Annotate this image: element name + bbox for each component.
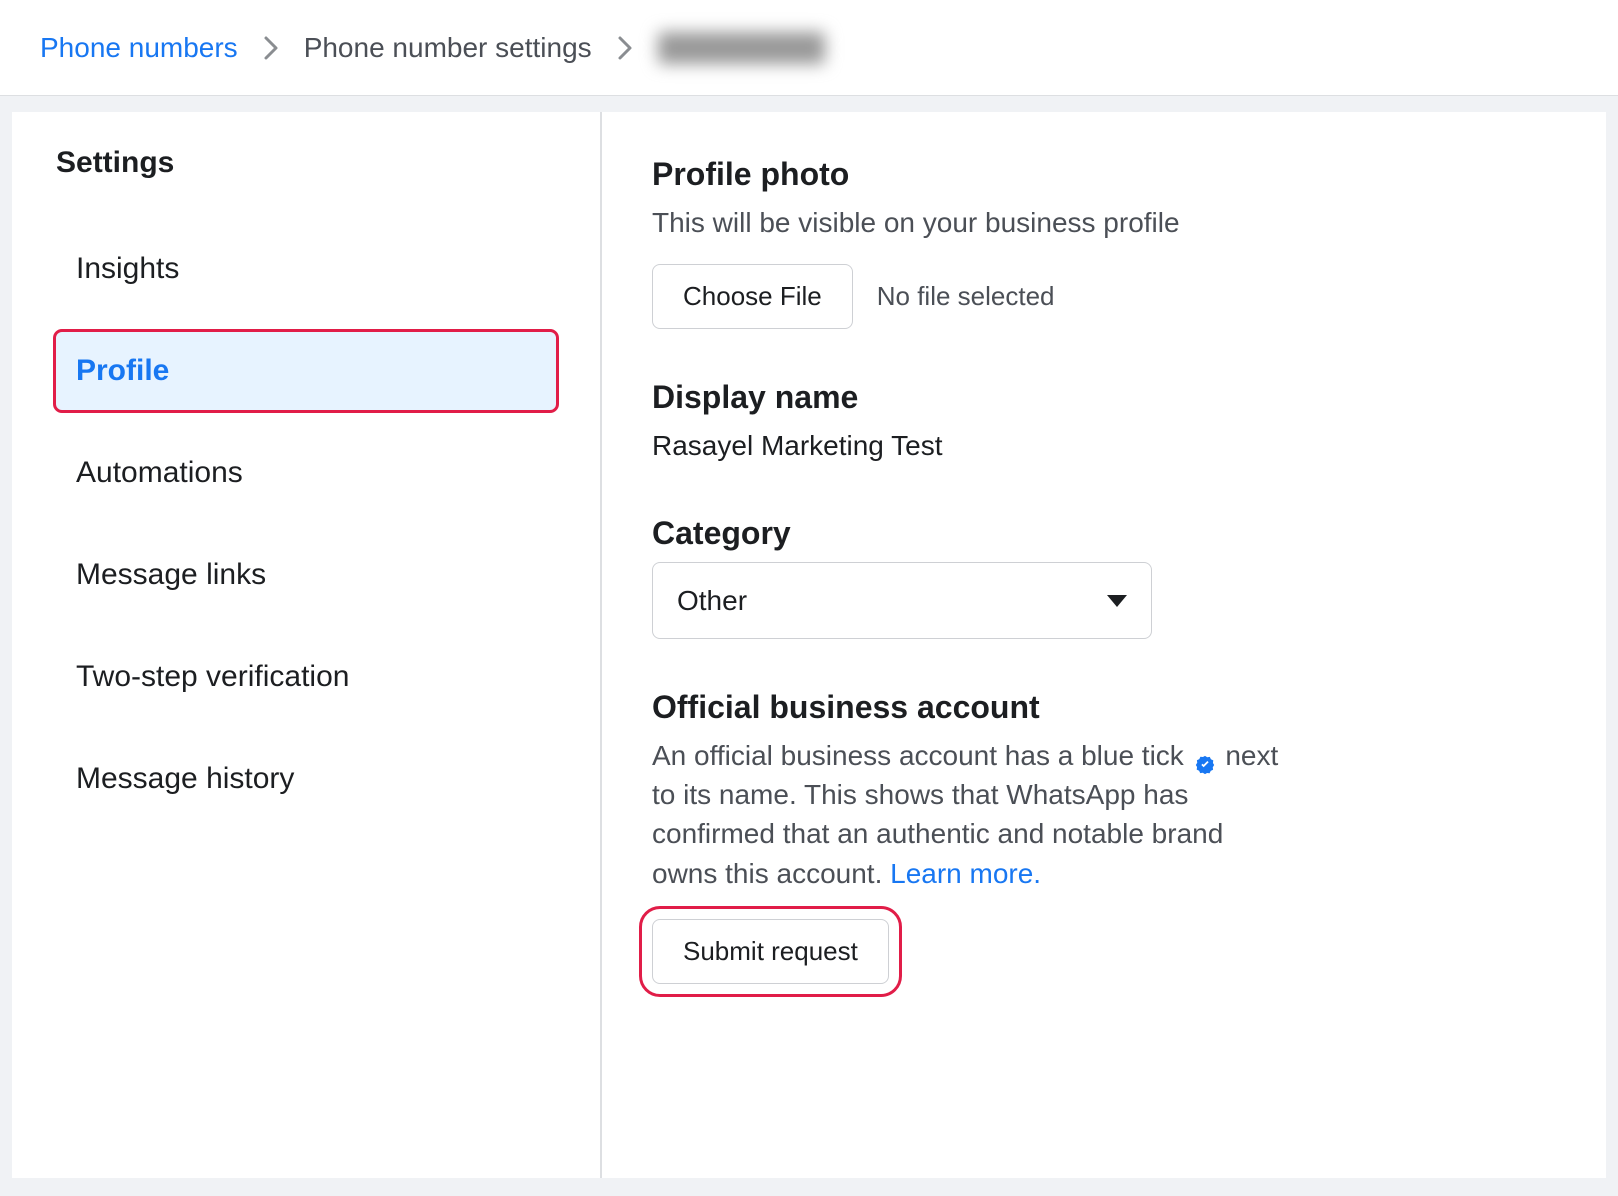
section-category: Category Other	[652, 511, 1556, 639]
breadcrumb-settings: Phone number settings	[304, 28, 592, 67]
chevron-right-icon	[616, 34, 634, 62]
breadcrumb-number-redacted	[658, 32, 826, 64]
learn-more-link[interactable]: Learn more.	[890, 858, 1041, 889]
choose-file-button[interactable]: Choose File	[652, 264, 853, 329]
chevron-right-icon	[262, 34, 280, 62]
profile-photo-sub: This will be visible on your business pr…	[652, 203, 1556, 242]
profile-settings-panel: Profile photo This will be visible on yo…	[602, 112, 1606, 1178]
sidebar-item-automations[interactable]: Automations	[56, 434, 556, 512]
verified-badge-icon	[1194, 747, 1216, 769]
section-display-name: Display name Rasayel Marketing Test	[652, 375, 1556, 465]
breadcrumb-phone-numbers[interactable]: Phone numbers	[40, 28, 238, 67]
submit-request-button[interactable]: Submit request	[652, 919, 889, 984]
category-selected-value: Other	[677, 581, 747, 620]
sidebar-item-profile[interactable]: Profile	[56, 332, 556, 410]
sidebar-item-insights[interactable]: Insights	[56, 230, 556, 308]
official-business-heading: Official business account	[652, 685, 1556, 730]
display-name-value: Rasayel Marketing Test	[652, 426, 1556, 465]
category-heading: Category	[652, 511, 1556, 556]
section-official-business-account: Official business account An official bu…	[652, 685, 1556, 984]
breadcrumb: Phone numbers Phone number settings	[0, 0, 1618, 96]
sidebar-item-message-links[interactable]: Message links	[56, 536, 556, 614]
profile-photo-heading: Profile photo	[652, 152, 1556, 197]
sidebar-title: Settings	[56, 142, 556, 184]
section-profile-photo: Profile photo This will be visible on yo…	[652, 152, 1556, 329]
sidebar-item-two-step-verification[interactable]: Two-step verification	[56, 638, 556, 716]
chevron-down-icon	[1107, 595, 1127, 607]
official-business-description: An official business account has a blue …	[652, 736, 1292, 893]
settings-sidebar: Settings Insights Profile Automations Me…	[12, 112, 602, 1178]
display-name-heading: Display name	[652, 375, 1556, 420]
sidebar-item-message-history[interactable]: Message history	[56, 740, 556, 818]
category-select[interactable]: Other	[652, 562, 1152, 639]
no-file-selected-label: No file selected	[877, 278, 1055, 314]
